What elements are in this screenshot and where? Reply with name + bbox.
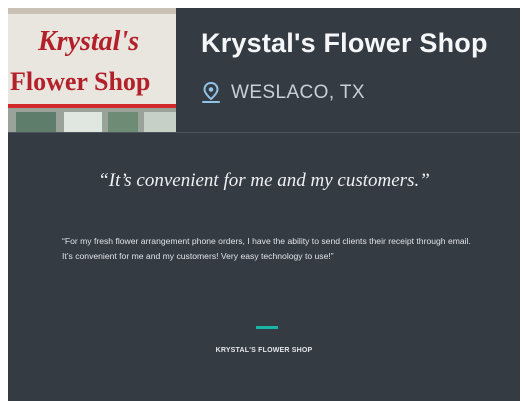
location-row: WESLACO, TX [201, 80, 365, 106]
sign-line-1: Krystal's [37, 26, 139, 57]
testimonial-body: “For my fresh flower arrangement phone o… [62, 236, 471, 261]
accent-divider [256, 326, 278, 329]
storefront-sign-image: Krystal's Flower Shop [8, 8, 176, 132]
testimonial-attribution: KRYSTAL'S FLOWER SHOP [215, 347, 313, 354]
header-divider [8, 132, 520, 133]
location-text: WESLACO, TX [231, 82, 365, 103]
sign-line-2: Flower Shop [10, 67, 150, 96]
map-pin-icon [202, 81, 220, 103]
header-panel [176, 8, 520, 132]
testimonial-headline: “It’s convenient for me and my customers… [98, 170, 430, 191]
shop-name: Krystal's Flower Shop [201, 28, 488, 58]
storefront-photo: Krystal's Flower Shop [8, 8, 176, 132]
